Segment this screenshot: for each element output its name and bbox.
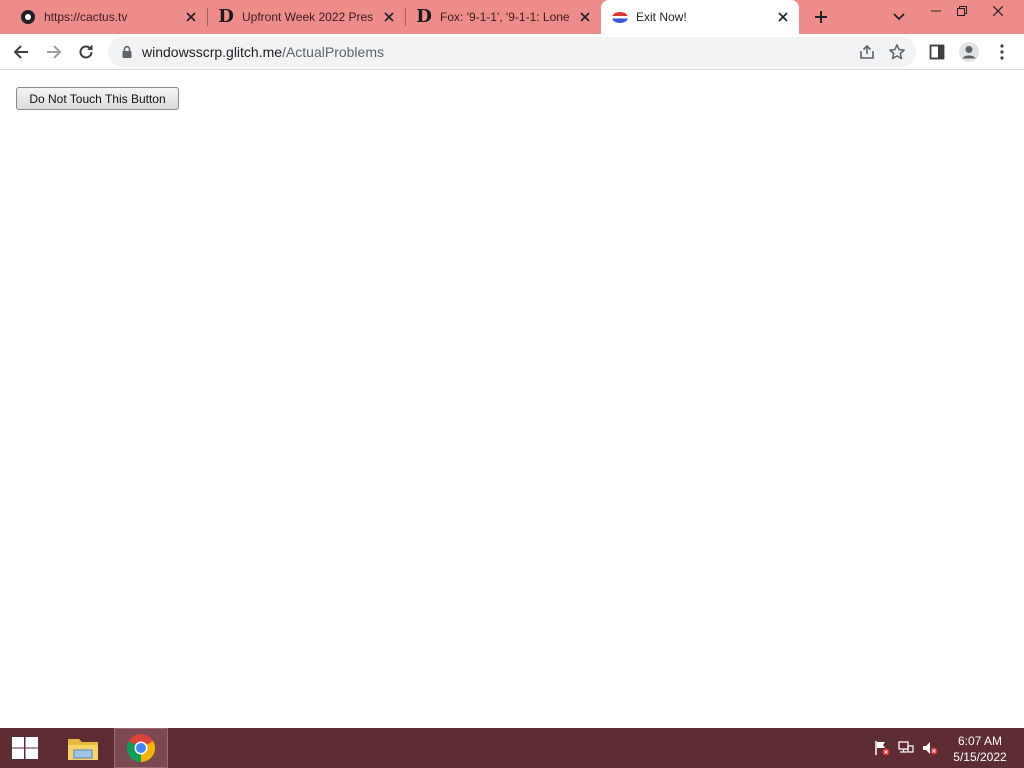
windows-logo-icon [12, 737, 38, 759]
close-icon[interactable] [183, 9, 199, 25]
menu-button[interactable] [987, 37, 1017, 67]
do-not-touch-button[interactable]: Do Not Touch This Button [16, 87, 179, 110]
plus-icon [815, 11, 827, 23]
tab-strip: https://cactus.tv D Upfront Week 2022 Pr… [0, 0, 1024, 34]
chrome-icon [127, 734, 155, 762]
taskbar: 6:07 AM 5/15/2022 [0, 728, 1024, 768]
browser-toolbar: windowsscrp.glitch.me/ActualProblems [0, 34, 1024, 70]
profile-button[interactable] [954, 37, 984, 67]
cactus-icon [20, 9, 36, 25]
d-logo-icon: D [218, 6, 234, 27]
page-content: Do Not Touch This Button [0, 71, 1024, 728]
back-button[interactable] [6, 37, 36, 67]
arrow-left-icon [13, 45, 28, 59]
chevron-down-icon [893, 13, 905, 21]
forward-button[interactable] [39, 37, 69, 67]
restore-icon [957, 6, 967, 16]
url-host: windowsscrp.glitch.me [142, 44, 283, 60]
close-window-button[interactable] [982, 0, 1014, 22]
clock-date: 5/15/2022 [953, 750, 1007, 764]
minimize-icon [931, 10, 941, 12]
tab-cactus[interactable]: https://cactus.tv [0, 0, 207, 34]
tab-title: Fox: '9-1-1', '9-1-1: Lone [440, 10, 570, 24]
star-icon[interactable] [888, 43, 906, 61]
file-explorer-icon [68, 739, 98, 760]
tab-search-button[interactable] [888, 7, 910, 27]
url-text: windowsscrp.glitch.me/ActualProblems [142, 44, 384, 60]
chrome-button[interactable] [114, 728, 168, 768]
start-button[interactable] [0, 728, 50, 768]
tab-title: Upfront Week 2022 Pres [242, 10, 374, 24]
arrow-right-icon [47, 45, 62, 59]
new-tab-button[interactable] [808, 5, 834, 29]
close-icon[interactable] [775, 9, 791, 25]
url-path: /ActualProblems [282, 44, 384, 60]
restore-button[interactable] [946, 0, 978, 22]
avatar-icon [959, 42, 979, 62]
tab-exit-now[interactable]: Exit Now! [601, 0, 799, 34]
tab-upfront[interactable]: D Upfront Week 2022 Pres [208, 0, 405, 34]
share-icon[interactable] [858, 43, 876, 61]
action-center-flag-icon[interactable] [874, 740, 890, 756]
tab-title: https://cactus.tv [44, 10, 128, 24]
file-explorer-button[interactable] [58, 728, 108, 768]
lock-icon [122, 45, 132, 58]
close-icon[interactable] [577, 9, 593, 25]
tab-title: Exit Now! [636, 10, 687, 24]
d-logo-icon: D [416, 6, 432, 27]
side-panel-button[interactable] [922, 37, 952, 67]
reload-button[interactable] [71, 37, 101, 67]
kebab-menu-icon [1000, 44, 1004, 60]
close-icon [993, 6, 1003, 16]
volume-muted-icon[interactable] [922, 740, 938, 756]
exit-favicon-icon [612, 9, 628, 25]
close-icon[interactable] [381, 9, 397, 25]
clock-time: 6:07 AM [957, 734, 1003, 748]
network-icon[interactable] [898, 740, 914, 756]
address-bar[interactable]: windowsscrp.glitch.me/ActualProblems [108, 37, 916, 67]
side-panel-icon [929, 44, 945, 60]
tab-fox[interactable]: D Fox: '9-1-1', '9-1-1: Lone [406, 0, 601, 34]
system-clock[interactable]: 6:07 AM 5/15/2022 [946, 733, 1014, 765]
reload-icon [79, 45, 93, 59]
